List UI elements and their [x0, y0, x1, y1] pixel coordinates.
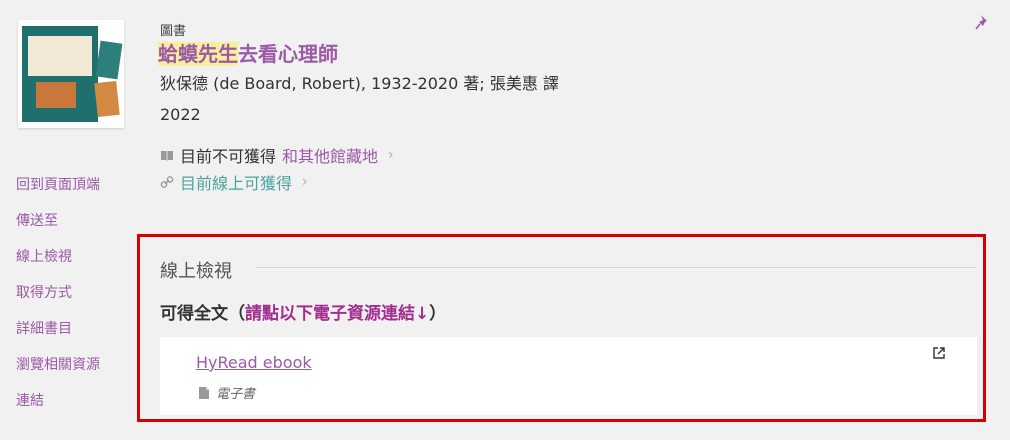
book-cover-image — [22, 26, 98, 122]
nav-get-it[interactable]: 取得方式 — [16, 284, 100, 320]
title-highlight[interactable]: 蛤蟆先生 — [158, 42, 238, 66]
record-year: 2022 — [160, 105, 201, 124]
nav-links[interactable]: 連結 — [16, 392, 100, 428]
link-icon — [160, 176, 174, 188]
fulltext-label: 可得全文（ — [160, 304, 245, 324]
resource-type-label: 電子書 — [216, 387, 256, 402]
resource-link[interactable]: HyRead ebook — [196, 353, 312, 372]
nav-related-resources[interactable]: 瀏覽相關資源 — [16, 356, 100, 392]
other-locations-link[interactable]: 和其他館藏地 — [282, 143, 378, 167]
chevron-right-icon: › — [302, 174, 308, 190]
record-title[interactable]: 蛤蟆先生去看心理師 — [158, 38, 338, 67]
section-nav: 回到頁面頂端 傳送至 線上檢視 取得方式 詳細書目 瀏覽相關資源 連結 — [16, 176, 100, 428]
nav-back-to-top[interactable]: 回到頁面頂端 — [16, 176, 100, 212]
online-available-link[interactable]: 目前線上可獲得 — [180, 170, 292, 194]
availability-status: 目前不可獲得 — [180, 147, 277, 166]
resource-type-label: 圖書 — [160, 24, 187, 39]
book-cover-thumbnail[interactable] — [18, 20, 124, 128]
nav-send-to[interactable]: 傳送至 — [16, 212, 100, 248]
fulltext-close: ） — [429, 304, 447, 324]
record-authors: 狄保德 (de Board, Robert), 1932-2020 著; 張美惠… — [160, 74, 559, 93]
availability-line[interactable]: 目前不可獲得 和其他館藏地 › — [160, 143, 394, 167]
resource-item[interactable]: HyRead ebook 電子書 — [160, 337, 977, 415]
fulltext-note: 請點以下電子資源連結↓ — [245, 304, 430, 324]
title-rest[interactable]: 去看心理師 — [238, 42, 338, 66]
external-link-icon[interactable] — [933, 347, 945, 359]
divider — [256, 267, 976, 268]
chevron-right-icon: › — [388, 147, 394, 163]
panel-title: 線上檢視 — [160, 261, 232, 282]
document-icon — [199, 386, 209, 399]
nav-details[interactable]: 詳細書目 — [16, 320, 100, 356]
pin-icon[interactable] — [975, 14, 991, 32]
book-icon — [161, 151, 173, 161]
online-availability-line[interactable]: 目前線上可獲得 › — [160, 170, 308, 194]
fulltext-heading: 可得全文（請點以下電子資源連結↓） — [160, 299, 446, 324]
nav-view-online[interactable]: 線上檢視 — [16, 248, 100, 284]
resource-type: 電子書 — [198, 383, 255, 402]
view-online-panel: 線上檢視 可得全文（請點以下電子資源連結↓） HyRead ebook 電子書 — [137, 234, 986, 422]
